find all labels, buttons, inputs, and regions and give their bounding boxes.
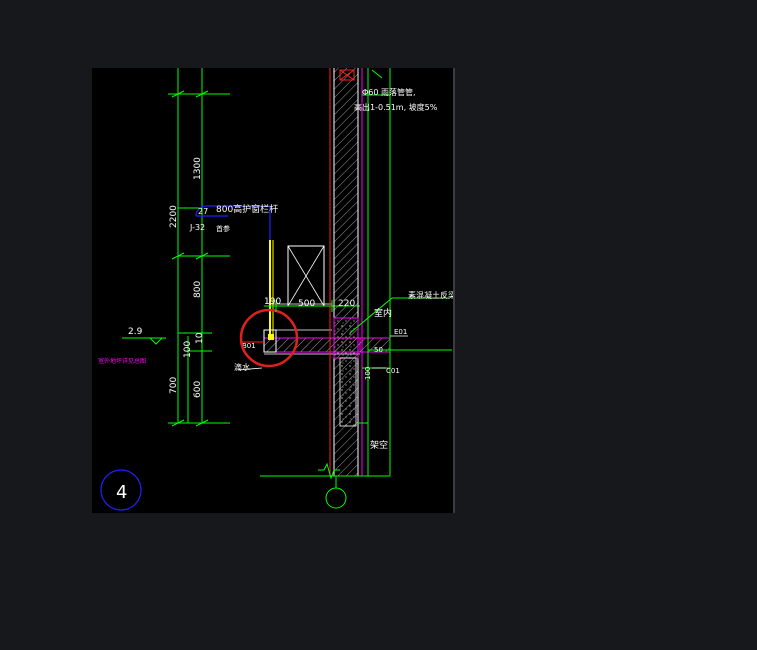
dim-800: 800: [193, 281, 203, 298]
level-mark-text: 2.9: [128, 327, 143, 337]
railing-label-suffix: 首参: [216, 224, 230, 233]
dim-100: 100: [183, 341, 193, 358]
drain-label: 滴水: [234, 362, 250, 372]
room-label: 室内: [374, 307, 392, 319]
main-wall: [329, 68, 391, 476]
dim-1300: 1300: [193, 157, 203, 180]
dim-600: 600: [193, 381, 203, 398]
pipe-note-line2: 高出1-0.51m, 坡度5%: [354, 102, 438, 112]
c01-label: C01: [386, 367, 400, 375]
e01-label: E01: [394, 328, 407, 336]
railing-note: 800高护窗栏杆: [216, 203, 278, 215]
dim-right-50: 50: [374, 346, 383, 354]
railing-label-num: 27: [198, 207, 208, 216]
level-triangle-icon: 2.9: [122, 327, 166, 345]
dim-500: 500: [298, 299, 315, 309]
drawing-number: 4: [116, 482, 127, 503]
dim-2200: 2200: [169, 205, 179, 228]
railing-label-code: J-32: [189, 223, 205, 232]
railing-post: [269, 240, 274, 338]
left-dimension-labels: 2200 1300 800 100 10 700 600: [169, 157, 205, 398]
void-label: 架空: [370, 439, 388, 451]
section-detail-drawing: 2200 1300 800 100 10 700 600 2.9 室外地坪详见总…: [98, 68, 453, 511]
concrete-note: 素混凝土反梁: [408, 290, 453, 300]
pipe-note-line1: Φ60 雨落管管,: [362, 87, 416, 97]
dim-10: 10: [195, 332, 205, 344]
dim-190: 190: [264, 297, 281, 307]
dim-700: 700: [169, 377, 179, 394]
vertical-dimension-lines: [168, 68, 230, 427]
window-frame: [270, 245, 332, 331]
e01-c01-marks: E01 C01 50 100: [364, 328, 408, 380]
cad-drawing-viewport[interactable]: 2200 1300 800 100 10 700 600 2.9 室外地坪详见总…: [92, 68, 455, 513]
dim-right-100: 100: [364, 367, 372, 380]
drawing-number-badge: 4: [100, 469, 142, 511]
magenta-note: 室外地坪详见总图: [98, 357, 146, 365]
